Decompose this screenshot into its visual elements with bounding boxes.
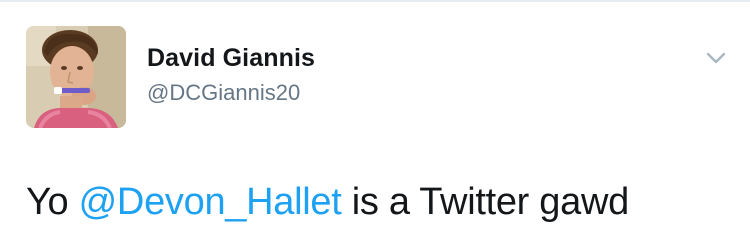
avatar-photo (26, 26, 126, 128)
tweet-text: Yo @Devon_Hallet is a Twitter gawd (26, 178, 629, 226)
author-handle[interactable]: @DCGiannis20 (147, 80, 300, 106)
tweet-text-prefix: Yo (26, 181, 79, 223)
author-display-name[interactable]: David Giannis (147, 44, 315, 73)
tweet-text-suffix: is a Twitter gawd (341, 181, 630, 223)
avatar[interactable] (26, 26, 126, 128)
tweet-card: David Giannis @DCGiannis20 Yo @Devon_Hal… (0, 0, 750, 250)
chevron-down-icon[interactable] (703, 50, 729, 68)
mention-link[interactable]: @Devon_Hallet (79, 181, 342, 223)
